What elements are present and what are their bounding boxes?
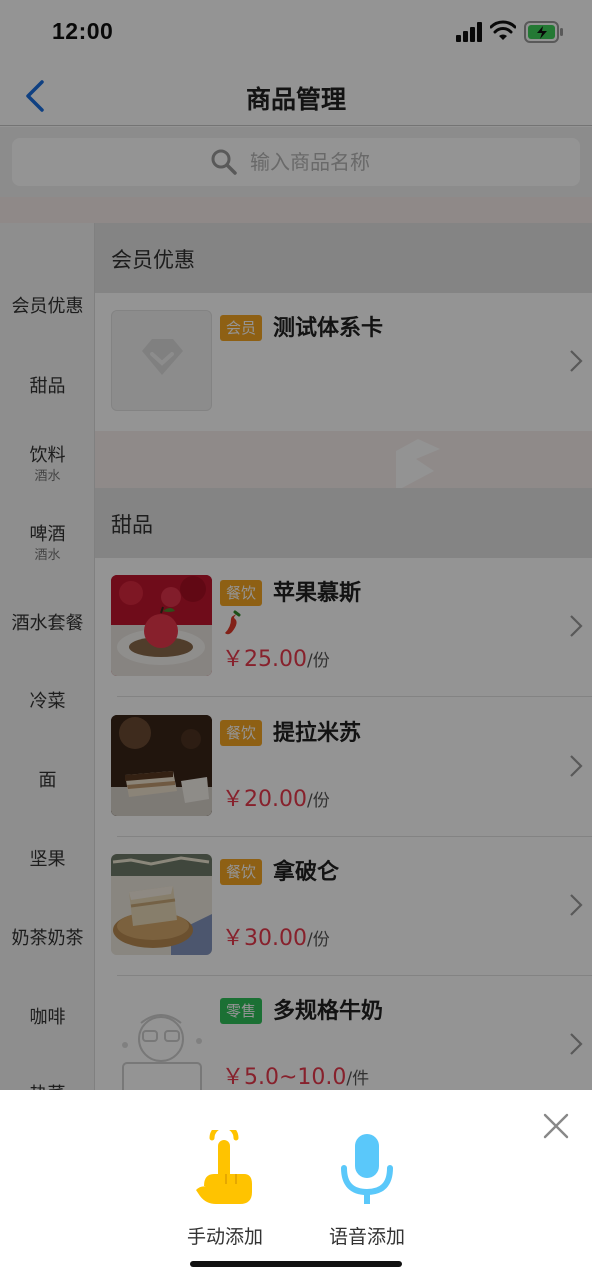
voice-add-label: 语音添加	[328, 1226, 405, 1248]
voice-add-button[interactable]: 语音添加	[312, 1130, 422, 1249]
microphone-icon	[341, 1134, 393, 1204]
close-icon[interactable]	[540, 1110, 572, 1142]
add-product-sheet: 手动添加 语音添加	[0, 1090, 592, 1280]
manual-add-label: 手动添加	[186, 1226, 263, 1248]
modal-backdrop[interactable]	[0, 0, 592, 1090]
tap-hand-icon	[196, 1123, 252, 1204]
manual-add-button[interactable]: 手动添加	[170, 1123, 280, 1249]
home-indicator	[190, 1261, 402, 1267]
